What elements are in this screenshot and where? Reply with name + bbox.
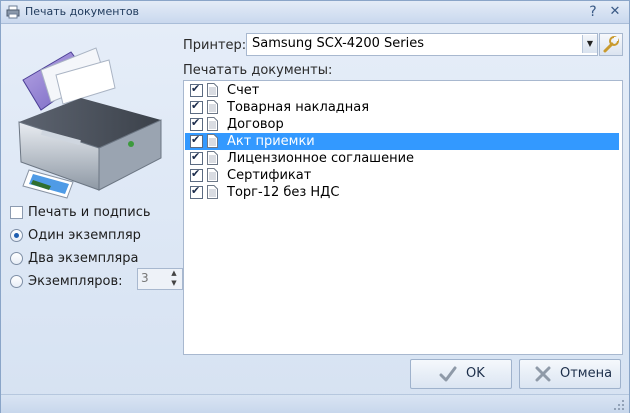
document-label: Договор	[227, 117, 284, 132]
cancel-label: Отмена	[560, 366, 613, 381]
list-item[interactable]: Торг-12 без НДС	[185, 184, 619, 201]
document-checkbox[interactable]	[190, 167, 203, 182]
printer-illustration-icon	[18, 47, 162, 199]
ok-button[interactable]: OK	[410, 359, 512, 389]
cancel-button[interactable]: Отмена	[519, 359, 621, 389]
document-label: Товарная накладная	[227, 100, 370, 115]
list-item[interactable]: Сертификат	[185, 167, 619, 184]
printer-label: Принтер:	[183, 38, 247, 53]
window-title: Печать документов	[25, 5, 140, 18]
document-label: Счет	[227, 83, 260, 98]
printer-small-icon	[6, 5, 20, 19]
spin-up-icon[interactable]: ▲	[168, 269, 180, 278]
copies-label: Экземпляров:	[28, 274, 123, 289]
check-icon	[439, 366, 457, 382]
printer-value: Samsung SCX-4200 Series	[252, 36, 424, 51]
print-and-sign-label: Печать и подпись	[28, 205, 151, 220]
copies-radio[interactable]	[10, 275, 23, 288]
list-item[interactable]: Счет	[185, 82, 619, 99]
list-item-selected[interactable]: Акт приемки	[185, 133, 619, 150]
list-item[interactable]: Товарная накладная	[185, 99, 619, 116]
document-checkbox[interactable]	[190, 133, 203, 148]
document-icon	[207, 134, 218, 148]
dialog-body: Печать и подпись Один экземпляр Два экзе…	[1, 24, 629, 413]
document-checkbox[interactable]	[190, 82, 203, 97]
spin-down-icon[interactable]: ▼	[168, 279, 180, 288]
list-item[interactable]: Лицензионное соглашение	[185, 150, 619, 167]
wrench-icon	[603, 36, 619, 53]
close-icon	[535, 366, 551, 382]
two-copies-radio[interactable]	[10, 252, 23, 265]
copies-value[interactable]: 3	[141, 271, 149, 285]
close-button[interactable]: ✕	[607, 4, 623, 20]
document-icon	[207, 168, 218, 182]
list-item[interactable]: Договор	[185, 116, 619, 133]
document-icon	[207, 83, 218, 97]
document-label: Торг-12 без НДС	[227, 185, 340, 200]
document-checkbox[interactable]	[190, 184, 203, 199]
document-checkbox[interactable]	[190, 116, 203, 131]
ok-label: OK	[466, 366, 485, 381]
chevron-down-icon[interactable]: ▼	[582, 35, 597, 53]
documents-list[interactable]: Счет Товарная накладная Договор Акт прие…	[183, 80, 623, 355]
printer-select[interactable]: Samsung SCX-4200 Series ▼	[246, 33, 598, 56]
document-label: Сертификат	[227, 168, 312, 183]
document-checkbox[interactable]	[190, 99, 203, 114]
document-label: Акт приемки	[227, 134, 315, 149]
title-bar: Печать документов ? ✕	[1, 1, 629, 24]
resize-grip-icon[interactable]	[613, 399, 625, 411]
document-icon	[207, 100, 218, 114]
document-label: Лицензионное соглашение	[227, 151, 415, 166]
help-button[interactable]: ?	[585, 4, 601, 20]
document-icon	[207, 117, 218, 131]
document-icon	[207, 185, 218, 199]
status-bar	[1, 394, 629, 413]
two-copies-label: Два экземпляра	[28, 251, 139, 266]
document-checkbox[interactable]	[190, 150, 203, 165]
one-copy-label: Один экземпляр	[28, 228, 141, 243]
one-copy-radio[interactable]	[10, 229, 23, 242]
printer-settings-button[interactable]	[599, 33, 623, 56]
document-icon	[207, 151, 218, 165]
print-and-sign-checkbox[interactable]	[10, 206, 23, 219]
print-documents-dialog: Печать документов ? ✕ Печать и подпись О…	[0, 0, 630, 413]
documents-label: Печатать документы:	[183, 63, 333, 78]
copies-spinner[interactable]: 3 ▲ ▼	[137, 268, 183, 290]
